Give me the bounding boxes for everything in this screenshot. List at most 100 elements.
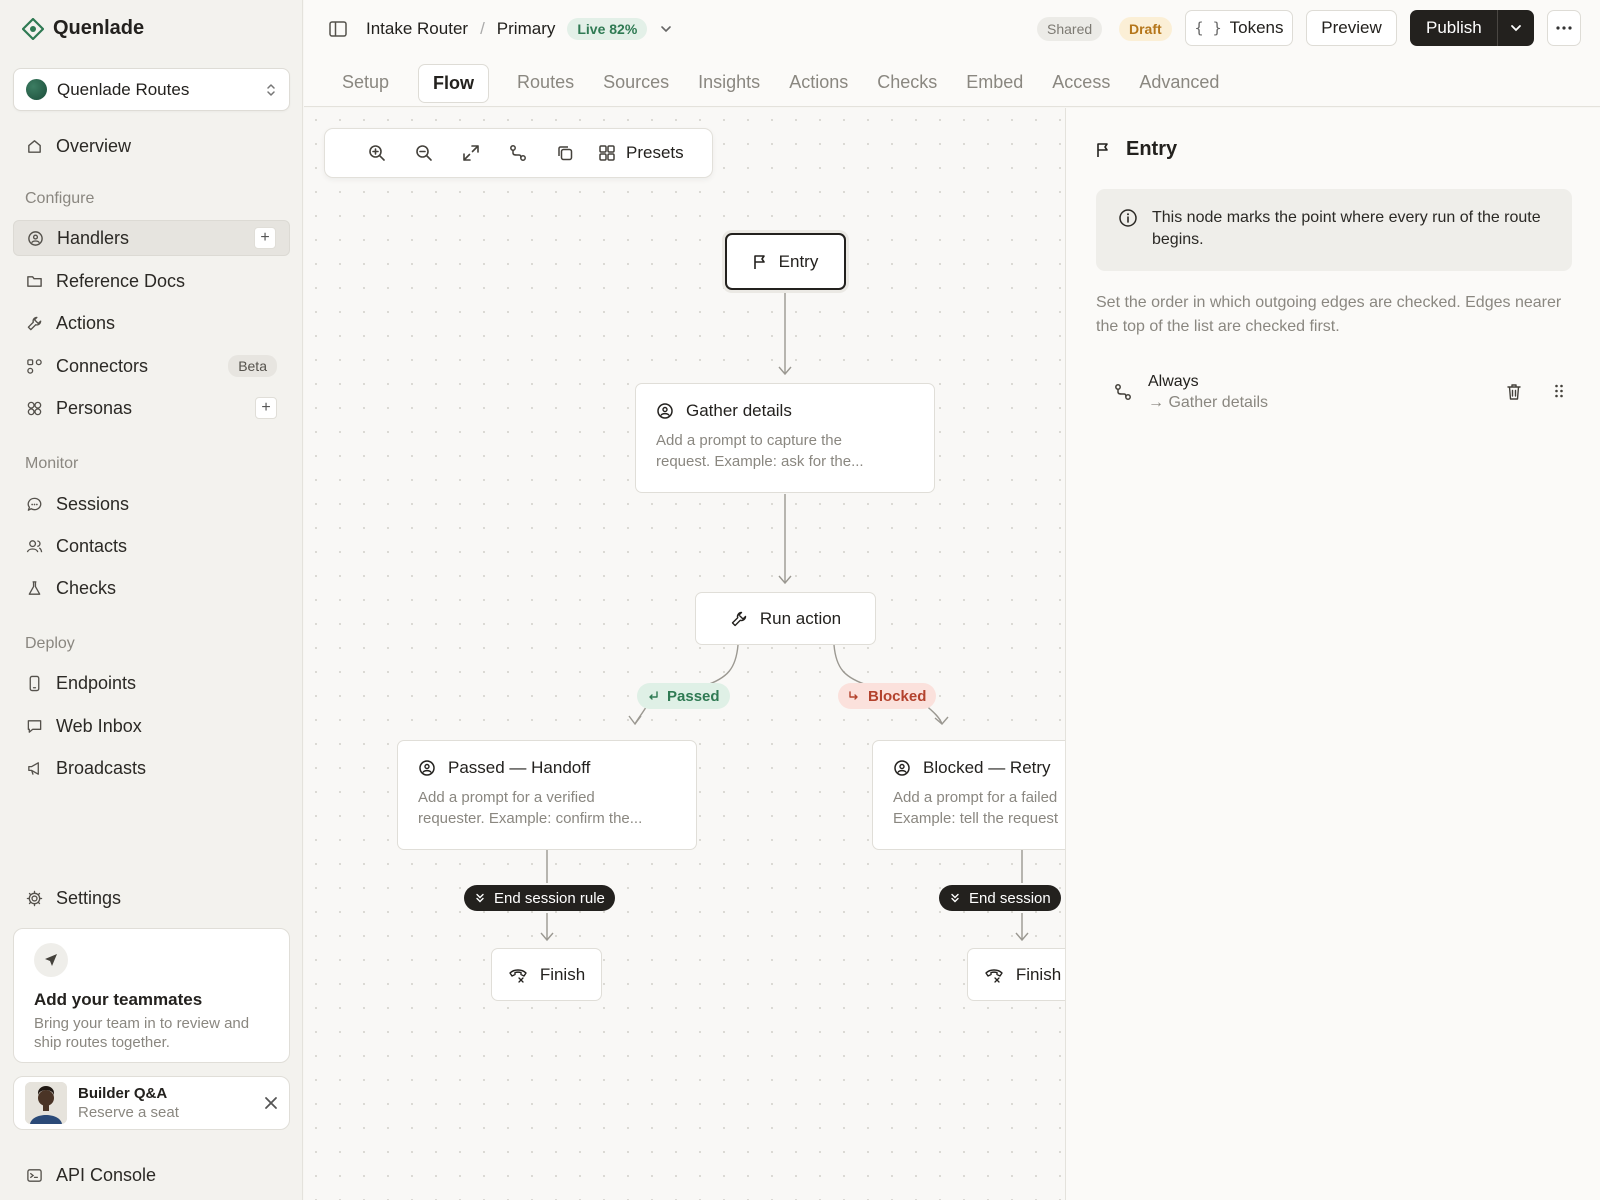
arrow-head <box>934 716 949 725</box>
draft-badge: Draft <box>1119 17 1172 41</box>
tokens-button[interactable]: { } Tokens <box>1185 10 1293 46</box>
node-gather-details[interactable]: Gather details Add a prompt to capture t… <box>635 383 935 493</box>
publish-menu-button[interactable] <box>1498 21 1534 35</box>
return-arrow-icon <box>649 691 658 700</box>
edge-actions <box>1506 383 1564 401</box>
info-callout: This node marks the point where every ru… <box>1096 189 1572 271</box>
flask-icon <box>28 580 41 595</box>
sidebar-item-endpoints[interactable]: Endpoints <box>13 665 290 701</box>
sidebar-item-label: Connectors <box>56 355 149 376</box>
sidebar-item-overview[interactable]: Overview <box>13 128 290 164</box>
edge-label-text: Passed <box>667 687 720 705</box>
send-icon <box>34 943 68 977</box>
add-handler-button[interactable]: + <box>254 227 276 249</box>
invite-title: Add your teammates <box>34 990 203 1009</box>
users-icon <box>26 539 43 552</box>
tab-flow[interactable]: Flow <box>418 64 490 111</box>
node-inspector-panel: Entry This node marks the point where ev… <box>1065 108 1600 1200</box>
connectors-icon <box>27 358 42 374</box>
tab-routes[interactable]: Routes <box>503 64 588 103</box>
sidebar-item-broadcasts[interactable]: Broadcasts <box>13 750 290 786</box>
sidebar-item-checks[interactable]: Checks <box>13 570 290 606</box>
chevron-down-icon[interactable] <box>659 22 673 36</box>
message-square-icon <box>27 719 42 733</box>
sidebar-item-actions[interactable]: Actions <box>13 305 290 341</box>
sidebar-item-sessions[interactable]: Sessions <box>13 486 290 522</box>
edge-target: → Gather details <box>1148 393 1269 411</box>
preview-button[interactable]: Preview <box>1306 10 1397 46</box>
node-run-action[interactable]: Run action <box>695 592 876 645</box>
edge-label-blocked[interactable]: Blocked <box>838 683 937 709</box>
node-title: Blocked — Retry <box>923 758 1051 777</box>
end-session-rule-badge-2[interactable]: End session <box>939 885 1061 911</box>
node-blocked-retry[interactable]: Blocked — Retry Add a prompt for a faile… <box>872 740 1065 850</box>
duplicate-button[interactable] <box>541 136 588 170</box>
fit-view-button[interactable] <box>447 136 494 170</box>
breadcrumb-primary[interactable]: Primary <box>497 19 556 39</box>
sidebar-item-connectors[interactable]: Connectors Beta <box>13 348 290 384</box>
tab-bar: Setup Flow Routes Sources Insights Actio… <box>328 64 1234 111</box>
presets-label: Presets <box>626 143 684 162</box>
home-icon <box>28 139 41 153</box>
node-description-line: Add a prompt for a verified <box>418 789 595 806</box>
tab-embed[interactable]: Embed <box>952 64 1037 103</box>
zoom-out-button[interactable] <box>400 136 447 170</box>
info-text: This node marks the point where every ru… <box>1152 209 1541 248</box>
presets-button[interactable]: Presets <box>598 143 684 163</box>
folder-icon <box>27 275 42 287</box>
breadcrumb-router[interactable]: Intake Router <box>366 19 468 39</box>
logo-icon <box>22 17 44 40</box>
sidebar-item-label: Contacts <box>56 535 128 556</box>
flow-canvas[interactable]: Presets Entry Gather details Add a promp… <box>304 108 1065 1200</box>
trash-icon[interactable] <box>1506 383 1522 401</box>
sidebar-item-api-console[interactable]: API Console <box>13 1157 290 1193</box>
add-edge-button[interactable] <box>494 136 541 170</box>
invite-teammates-card[interactable]: Add your teammates Bring your team in to… <box>13 928 290 1063</box>
edge-run-passed <box>703 644 739 687</box>
node-finish-2[interactable]: Finish <box>967 948 1065 1001</box>
outgoing-edge-row[interactable]: Always → Gather details <box>1114 369 1564 415</box>
tab-advanced[interactable]: Advanced <box>1125 64 1233 103</box>
tab-access[interactable]: Access <box>1038 64 1124 103</box>
close-icon[interactable] <box>264 1096 278 1110</box>
sidebar-item-settings[interactable]: Settings <box>13 880 290 916</box>
end-rule-label: End session rule <box>494 889 605 907</box>
zoom-in-button[interactable] <box>353 136 400 170</box>
sidebar-toggle-icon[interactable] <box>328 19 348 39</box>
node-entry[interactable]: Entry <box>725 233 846 290</box>
end-rule-label: End session <box>969 889 1051 907</box>
node-finish-1[interactable]: Finish <box>491 948 602 1001</box>
tab-setup[interactable]: Setup <box>328 64 403 103</box>
breadcrumb-separator: / <box>480 19 485 38</box>
edge-label-passed[interactable]: Passed <box>637 683 730 709</box>
drag-handle-icon[interactable] <box>1554 383 1564 399</box>
node-passed-handoff[interactable]: Passed — Handoff Add a prompt for a veri… <box>397 740 697 850</box>
route-icon <box>1115 384 1131 400</box>
tab-insights[interactable]: Insights <box>684 64 774 103</box>
more-options-button[interactable] <box>1547 10 1581 46</box>
sidebar-item-personas[interactable]: Personas + <box>13 390 290 426</box>
sidebar-item-contacts[interactable]: Contacts <box>13 528 290 564</box>
tab-checks[interactable]: Checks <box>863 64 951 103</box>
end-session-rule-badge[interactable]: End session rule <box>464 885 615 911</box>
tab-sources[interactable]: Sources <box>589 64 683 103</box>
brand-logo[interactable]: Quenlade <box>22 17 144 40</box>
phone-icon <box>29 675 40 691</box>
sidebar-item-handlers[interactable]: Handlers + <box>13 220 290 256</box>
grid-icon <box>599 145 615 161</box>
gear-icon <box>26 890 43 906</box>
personas-icon <box>27 401 42 415</box>
info-icon <box>1119 209 1137 227</box>
tab-actions[interactable]: Actions <box>775 64 862 103</box>
sidebar-item-label: Sessions <box>56 493 130 514</box>
event-card[interactable]: Builder Q&A Reserve a seat <box>13 1076 290 1130</box>
sidebar-item-reference-docs[interactable]: Reference Docs <box>13 263 290 299</box>
edge-order-help-text: Set the order in which outgoing edges ar… <box>1096 294 1562 335</box>
publish-button[interactable]: Publish <box>1410 10 1498 46</box>
add-persona-button[interactable]: + <box>255 397 277 419</box>
workspace-switcher[interactable]: Quenlade Routes <box>13 68 290 111</box>
sidebar-item-web-inbox[interactable]: Web Inbox <box>13 708 290 744</box>
shared-badge: Shared <box>1037 17 1103 41</box>
wrench-icon <box>731 611 747 626</box>
node-title: Finish <box>539 964 586 984</box>
